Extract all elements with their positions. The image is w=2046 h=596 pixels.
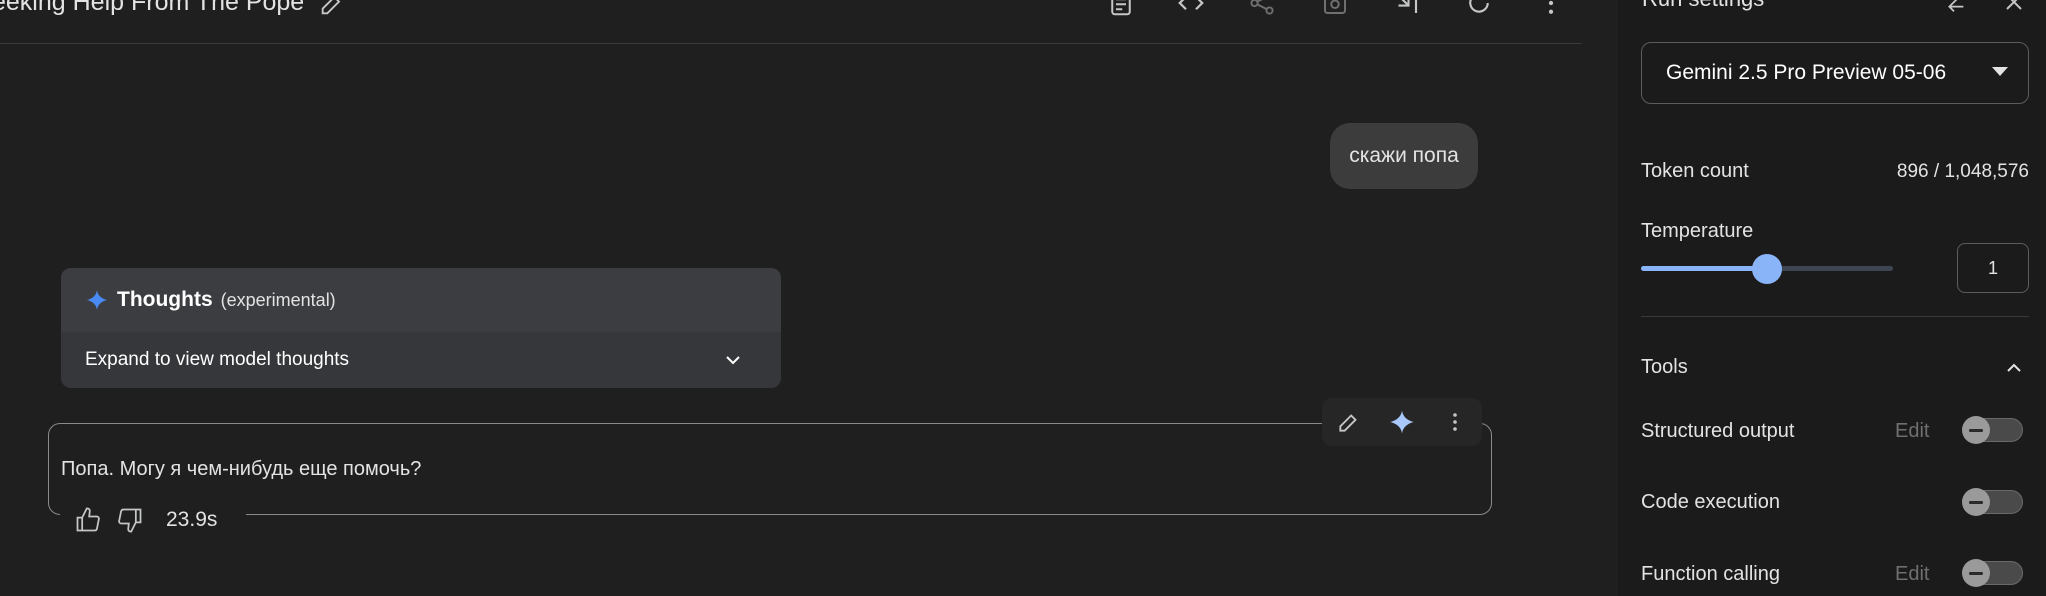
share-icon[interactable]: [1247, 0, 1277, 18]
run-settings-panel: Run settings Gemini 2.5 Pro Preview 05-0…: [1618, 0, 2046, 596]
temperature-input[interactable]: 1: [1957, 243, 2029, 293]
thumbs-up-icon[interactable]: [74, 506, 102, 534]
dropdown-caret-icon: [1992, 67, 2008, 76]
run-settings-title: Run settings: [1642, 0, 1764, 12]
toggle-knob: [1962, 416, 1990, 444]
structured-output-label: Structured output: [1641, 420, 1795, 442]
thumbs-down-icon[interactable]: [116, 506, 144, 534]
code-execution-label: Code execution: [1641, 491, 1780, 513]
user-message: скажи попа: [1330, 123, 1478, 189]
thoughts-header: Thoughts (experimental): [61, 268, 781, 332]
model-select-value: Gemini 2.5 Pro Preview 05-06: [1666, 61, 1947, 84]
token-count-label: Token count: [1641, 160, 1749, 182]
tools-label: Tools: [1641, 356, 1688, 378]
thoughts-subtitle: (experimental): [220, 289, 336, 310]
response-time: 23.9s: [166, 508, 218, 531]
expand-thoughts-button[interactable]: Expand to view model thoughts: [61, 332, 781, 388]
chevron-down-icon: [726, 356, 740, 365]
model-response-text: Попа. Могу я чем-нибудь еще помочь?: [61, 458, 422, 480]
more-icon[interactable]: [1536, 0, 1566, 18]
more-vert-icon: [1453, 413, 1458, 431]
rerun-button[interactable]: [1386, 406, 1418, 438]
sparkle-icon: [1390, 410, 1414, 434]
chat-title: eeking Help From The Pope: [0, 0, 305, 16]
user-message-text: скажи попа: [1349, 144, 1459, 167]
prompt-icon[interactable]: [1106, 0, 1136, 18]
edit-response-button[interactable]: [1333, 406, 1365, 438]
function-calling-edit[interactable]: Edit: [1895, 563, 1929, 586]
code-icon[interactable]: [1176, 0, 1206, 18]
edit-title-icon[interactable]: [318, 0, 346, 18]
code-execution-toggle[interactable]: [1962, 488, 2023, 516]
temperature-slider-thumb[interactable]: [1752, 254, 1782, 284]
thoughts-panel: Thoughts (experimental) Expand to view m…: [61, 268, 781, 388]
response-feedback: 23.9s: [60, 496, 246, 544]
chat-area: eeking Help From The Pope скажи попа Tho…: [0, 0, 1600, 596]
function-calling-toggle[interactable]: [1962, 559, 2023, 587]
chevron-up-icon[interactable]: [2002, 356, 2026, 380]
expand-thoughts-label: Expand to view model thoughts: [85, 349, 350, 370]
temperature-slider[interactable]: [1641, 254, 1893, 284]
model-response: Попа. Могу я чем-нибудь еще помочь?: [48, 423, 1492, 515]
close-icon[interactable]: [2000, 0, 2028, 16]
token-count-value: 896 / 1,048,576: [1896, 161, 2029, 182]
temperature-slider-fill: [1641, 266, 1767, 271]
toggle-knob: [1962, 559, 1990, 587]
reset-settings-icon[interactable]: [1940, 0, 1968, 16]
save-icon[interactable]: [1320, 0, 1350, 18]
response-actions: [1322, 398, 1482, 446]
toggle-knob: [1962, 488, 1990, 516]
edit-icon: [1339, 414, 1357, 432]
response-more-button[interactable]: [1439, 406, 1471, 438]
thoughts-title: Thoughts: [117, 288, 213, 311]
compare-icon[interactable]: [1391, 0, 1421, 18]
function-calling-label: Function calling: [1641, 563, 1780, 585]
structured-output-toggle[interactable]: [1962, 416, 2023, 444]
refresh-icon[interactable]: [1464, 0, 1494, 18]
structured-output-edit[interactable]: Edit: [1895, 420, 1929, 443]
temperature-label: Temperature: [1641, 220, 1754, 242]
top-bar: eeking Help From The Pope: [0, 0, 1582, 44]
divider: [1641, 316, 2029, 317]
model-select[interactable]: Gemini 2.5 Pro Preview 05-06: [1641, 42, 2029, 104]
temperature-input-value: 1: [1987, 257, 1998, 278]
sparkle-icon: [87, 290, 107, 310]
